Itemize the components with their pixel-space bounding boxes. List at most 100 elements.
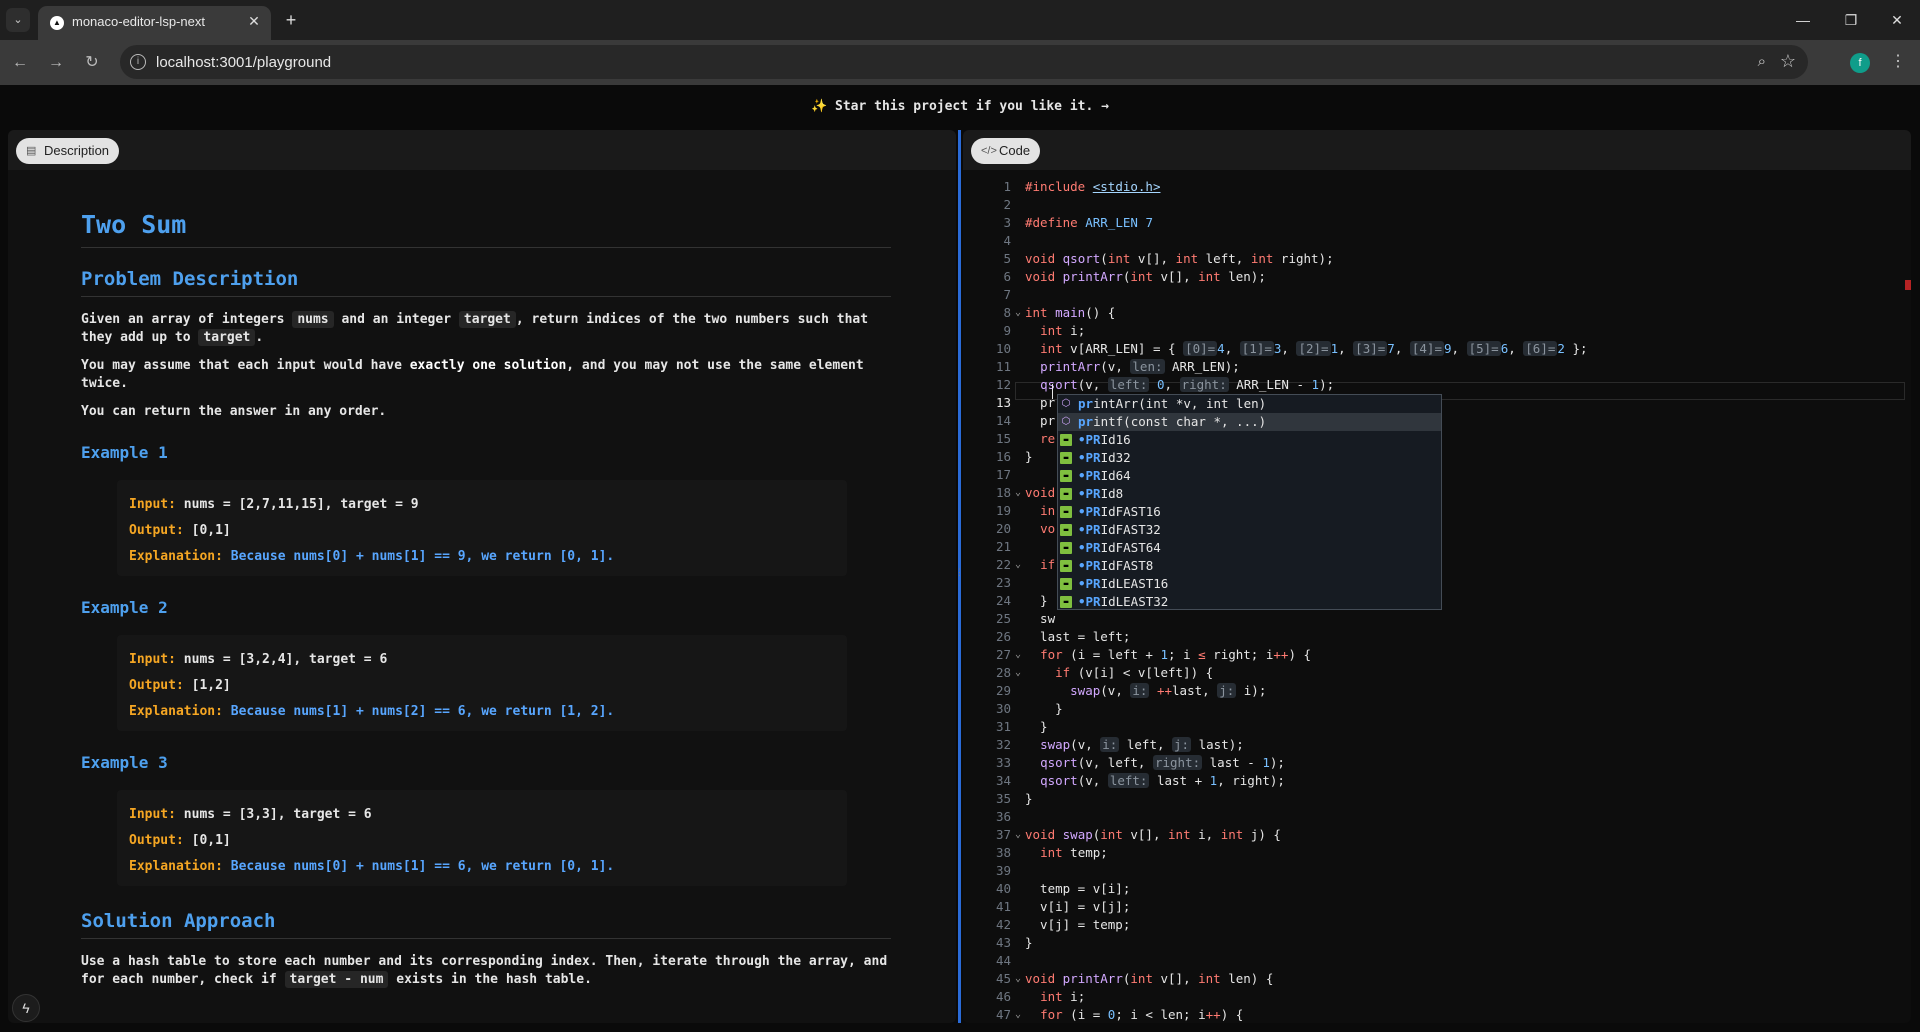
close-window-icon[interactable]: ✕ [1882, 8, 1912, 32]
forward-icon[interactable]: → [44, 51, 68, 75]
code-line[interactable]: if (v[i] < v[left]) { [1025, 664, 1213, 682]
code-line[interactable]: qsort(v, left: 0, right: ARR_LEN - 1); [1025, 376, 1334, 394]
example-1-heading: Example 1 [81, 443, 168, 462]
code-line[interactable]: for (i = 0; i < len; i++) { [1025, 1006, 1243, 1023]
fold-chevron-icon[interactable]: ⌄ [1012, 646, 1024, 664]
suggestion-item[interactable]: ▬ •PRIdFAST16 [1058, 503, 1441, 521]
code-line[interactable]: void printArr(int v[], int len); [1025, 268, 1266, 286]
code-line[interactable]: swap(v, i: left, j: last); [1025, 736, 1244, 754]
code-line[interactable]: int i; [1025, 322, 1085, 340]
star-project-banner[interactable]: ✨ Star this project if you like it. → [0, 99, 1920, 114]
code-line[interactable]: } [1025, 718, 1048, 736]
code-panel: </> Code 1 2 3 4 5 6 7 8 9 10 11 12 13 14 15 16 17 18 19 20… [963, 130, 1911, 1023]
code-line[interactable]: #define ARR_LEN 7 [1025, 214, 1153, 232]
code-line[interactable]: int temp; [1025, 844, 1108, 862]
code-line[interactable]: void qsort(int v[], int left, int right)… [1025, 250, 1334, 268]
browser-tab[interactable]: ▲ monaco-editor-lsp-next ✕ [38, 6, 271, 40]
code-line[interactable]: } [1025, 592, 1048, 610]
code-line[interactable]: sw [1025, 610, 1055, 628]
suggestion-item[interactable]: ▬ •PRId8 [1058, 485, 1441, 503]
line-number: 23 [995, 575, 1011, 590]
reload-icon[interactable]: ↻ [80, 51, 104, 75]
profile-avatar[interactable]: f [1850, 53, 1870, 73]
zoom-icon[interactable]: ⌕ [1758, 53, 1766, 70]
suggestion-item[interactable]: ▬ •PRId64 [1058, 467, 1441, 485]
code-line[interactable]: printArr(v, len: ARR_LEN); [1025, 358, 1240, 376]
line-number: 10 [995, 341, 1011, 356]
suggestion-item[interactable]: ▬ •PRIdFAST8 [1058, 557, 1441, 575]
description-tab-label: Description [44, 143, 110, 158]
code-line[interactable]: if [1025, 556, 1055, 574]
url-text[interactable]: localhost:3001/playground [156, 54, 331, 71]
code-line[interactable]: last = left; [1025, 628, 1130, 646]
code-line[interactable]: temp = v[i]; [1025, 880, 1130, 898]
code-line[interactable]: int main() { [1025, 304, 1115, 322]
bookmark-star-icon[interactable]: ☆ [1780, 51, 1796, 72]
autocomplete-suggestions[interactable]: ⬡ printArr(int *v, int len) ⬡ printf(const… [1057, 394, 1442, 610]
example-2-block: Input: nums = [3,2,4], target = 6 Output… [117, 635, 847, 731]
line-number: 1 [1003, 179, 1011, 194]
description-tab[interactable]: ▤ Description [16, 138, 120, 164]
suggestion-item[interactable]: ▬ •PRIdLEAST16 [1058, 575, 1441, 593]
new-tab-button[interactable]: + [280, 9, 302, 31]
example-1-block: Input: nums = [2,7,11,15], target = 9 Ou… [117, 480, 847, 576]
suggestion-item[interactable]: ▬ •PRId16 [1058, 431, 1441, 449]
code-line[interactable]: re [1025, 430, 1055, 448]
code-panel-header: </> Code [963, 130, 1911, 170]
fold-chevron-icon[interactable]: ⌄ [1012, 664, 1024, 682]
minimize-icon[interactable]: — [1788, 8, 1818, 32]
code-line[interactable]: for (i = left + 1; i ≤ right; i++) { [1025, 646, 1311, 664]
fold-chevron-icon[interactable]: ⌄ [1012, 556, 1024, 574]
fold-chevron-icon[interactable]: ⌄ [1012, 304, 1024, 322]
suggestion-item[interactable]: ⬡ printArr(int *v, int len) [1058, 395, 1441, 413]
suggestion-item[interactable]: ▬ •PRIdLEAST32 [1058, 593, 1441, 609]
code-line[interactable]: swap(v, i: ++last, j: i); [1025, 682, 1266, 700]
code-line[interactable]: void swap(int v[], int i, int j) { [1025, 826, 1281, 844]
code-line[interactable]: #include <stdio.h> [1025, 178, 1160, 196]
code-line[interactable]: qsort(v, left, right: last - 1); [1025, 754, 1285, 772]
suggestion-item-selected[interactable]: ⬡ printf(const char *, ...) [1058, 413, 1441, 431]
code-line[interactable]: int i; [1025, 988, 1085, 1006]
code-line[interactable]: void printArr(int v[], int len) { [1025, 970, 1273, 988]
code-line[interactable]: } [1025, 448, 1033, 466]
browser-menu-icon[interactable]: ⋮ [1890, 50, 1906, 74]
lightning-bolt-icon[interactable]: ϟ [12, 994, 40, 1022]
back-icon[interactable]: ← [8, 51, 32, 75]
code-line[interactable]: v[j] = temp; [1025, 916, 1130, 934]
monaco-editor[interactable]: 1 2 3 4 5 6 7 8 9 10 11 12 13 14 15 16 17 18 19 20 21 22 23 24 2… [963, 172, 1911, 1023]
line-number: 13 [995, 395, 1011, 410]
code-line[interactable]: pr [1025, 412, 1055, 430]
code-tab[interactable]: </> Code [971, 138, 1041, 164]
line-number: 11 [995, 359, 1011, 374]
code-line[interactable]: v[i] = v[j]; [1025, 898, 1130, 916]
address-bar[interactable]: i localhost:3001/playground ⌕ ☆ [120, 45, 1808, 79]
tab-search-button[interactable]: ⌄ [6, 8, 30, 32]
fold-chevron-icon[interactable]: ⌄ [1012, 826, 1024, 844]
emphasis-text: exactly one solution [409, 358, 567, 373]
fold-chevron-icon[interactable]: ⌄ [1012, 1006, 1024, 1023]
close-tab-icon[interactable]: ✕ [245, 12, 263, 30]
code-line[interactable]: pr [1025, 394, 1055, 412]
code-line[interactable]: } [1025, 700, 1063, 718]
code-line[interactable]: in [1025, 502, 1055, 520]
code-line[interactable]: int v[ARR_LEN] = { [0]= 4, [1]= 3, [2]= 1, … [1025, 340, 1588, 358]
suggestion-item[interactable]: ▬ •PRId32 [1058, 449, 1441, 467]
code-line[interactable]: } [1025, 790, 1033, 808]
line-number: 33 [995, 755, 1011, 770]
error-marker[interactable] [1905, 280, 1911, 290]
code-line[interactable]: qsort(v, left: last + 1, right); [1025, 772, 1285, 790]
line-number: 45 [995, 971, 1011, 986]
code-line[interactable]: void [1025, 484, 1055, 502]
code-line[interactable]: vo [1025, 520, 1055, 538]
description-panel-header: ▤ Description [8, 130, 956, 170]
code-line[interactable]: } [1025, 934, 1033, 952]
fold-chevron-icon[interactable]: ⌄ [1012, 484, 1024, 502]
suggestion-item[interactable]: ▬ •PRIdFAST64 [1058, 539, 1441, 557]
line-number: 5 [1003, 251, 1011, 266]
site-info-icon[interactable]: i [130, 54, 146, 70]
line-number: 38 [995, 845, 1011, 860]
fold-chevron-icon[interactable]: ⌄ [1012, 970, 1024, 988]
suggestion-item[interactable]: ▬ •PRIdFAST32 [1058, 521, 1441, 539]
restore-icon[interactable]: ❐ [1836, 8, 1866, 32]
line-number: 29 [995, 683, 1011, 698]
